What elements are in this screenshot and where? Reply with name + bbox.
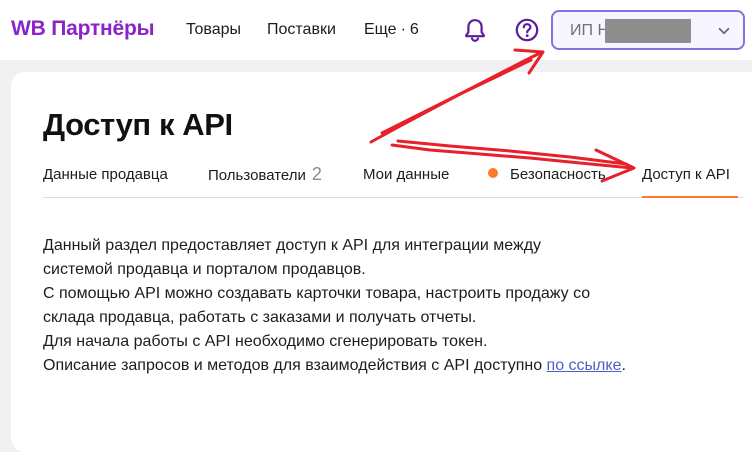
description-line: склада продавца, работать с заказами и п…	[43, 309, 477, 326]
tab-my-data[interactable]: Мои данные	[363, 166, 449, 183]
nav-separator: ·	[400, 21, 406, 38]
tab-label: Мои данные	[363, 166, 450, 183]
tab-label: Пользователи	[208, 167, 306, 184]
description-line: С помощью API можно создавать карточки т…	[43, 285, 591, 302]
tab-security[interactable]: Безопасность	[488, 166, 606, 183]
nav-more-count: 6	[409, 21, 419, 38]
active-tab-indicator	[642, 196, 738, 198]
bell-icon[interactable]	[462, 17, 488, 43]
nav-item-label: Еще	[364, 21, 397, 38]
help-icon[interactable]	[514, 17, 540, 43]
chevron-down-icon	[717, 24, 731, 38]
nav-item-label: Товары	[186, 21, 242, 38]
description-line: системой продавца и порталом продавцов.	[43, 261, 366, 278]
docs-link[interactable]: по ссылке	[547, 357, 622, 374]
top-bar: WB Партнёры Товары Поставки Еще·6 ИП Н… …	[0, 0, 752, 60]
tab-label: Доступ к API	[642, 166, 730, 183]
description-line-with-link: Описание запросов и методов для взаимоде…	[43, 354, 683, 378]
api-description: Данный раздел предоставляет доступ к API…	[43, 234, 683, 378]
tab-seller-data[interactable]: Данные продавца	[43, 166, 168, 183]
nav-item-products[interactable]: Товары	[186, 21, 241, 39]
description-line: Данный раздел предоставляет доступ к API…	[43, 237, 542, 254]
tab-users[interactable]: Пользователи 2	[208, 164, 322, 185]
description-text: Описание запросов и методов для взаимоде…	[43, 357, 547, 374]
tab-label: Данные продавца	[43, 166, 168, 183]
tab-label: Безопасность	[510, 166, 606, 183]
account-switcher[interactable]: ИП Н… …а…	[551, 10, 745, 50]
nav-item-label: Поставки	[267, 21, 336, 38]
description-line: Для начала работы с API необходимо сгене…	[43, 333, 488, 350]
nav-item-more[interactable]: Еще · 6	[364, 21, 419, 39]
tab-users-count: 2	[311, 164, 322, 184]
nav-item-supplies[interactable]: Поставки	[267, 21, 336, 39]
description-text: .	[621, 357, 626, 374]
page-title: Доступ к API	[43, 107, 233, 142]
tab-api-access[interactable]: Доступ к API	[642, 166, 730, 183]
brand-logo[interactable]: WB Партнёры	[11, 17, 155, 41]
redaction-mask	[605, 19, 691, 43]
notification-dot	[488, 168, 498, 178]
tabs-divider	[43, 197, 743, 198]
